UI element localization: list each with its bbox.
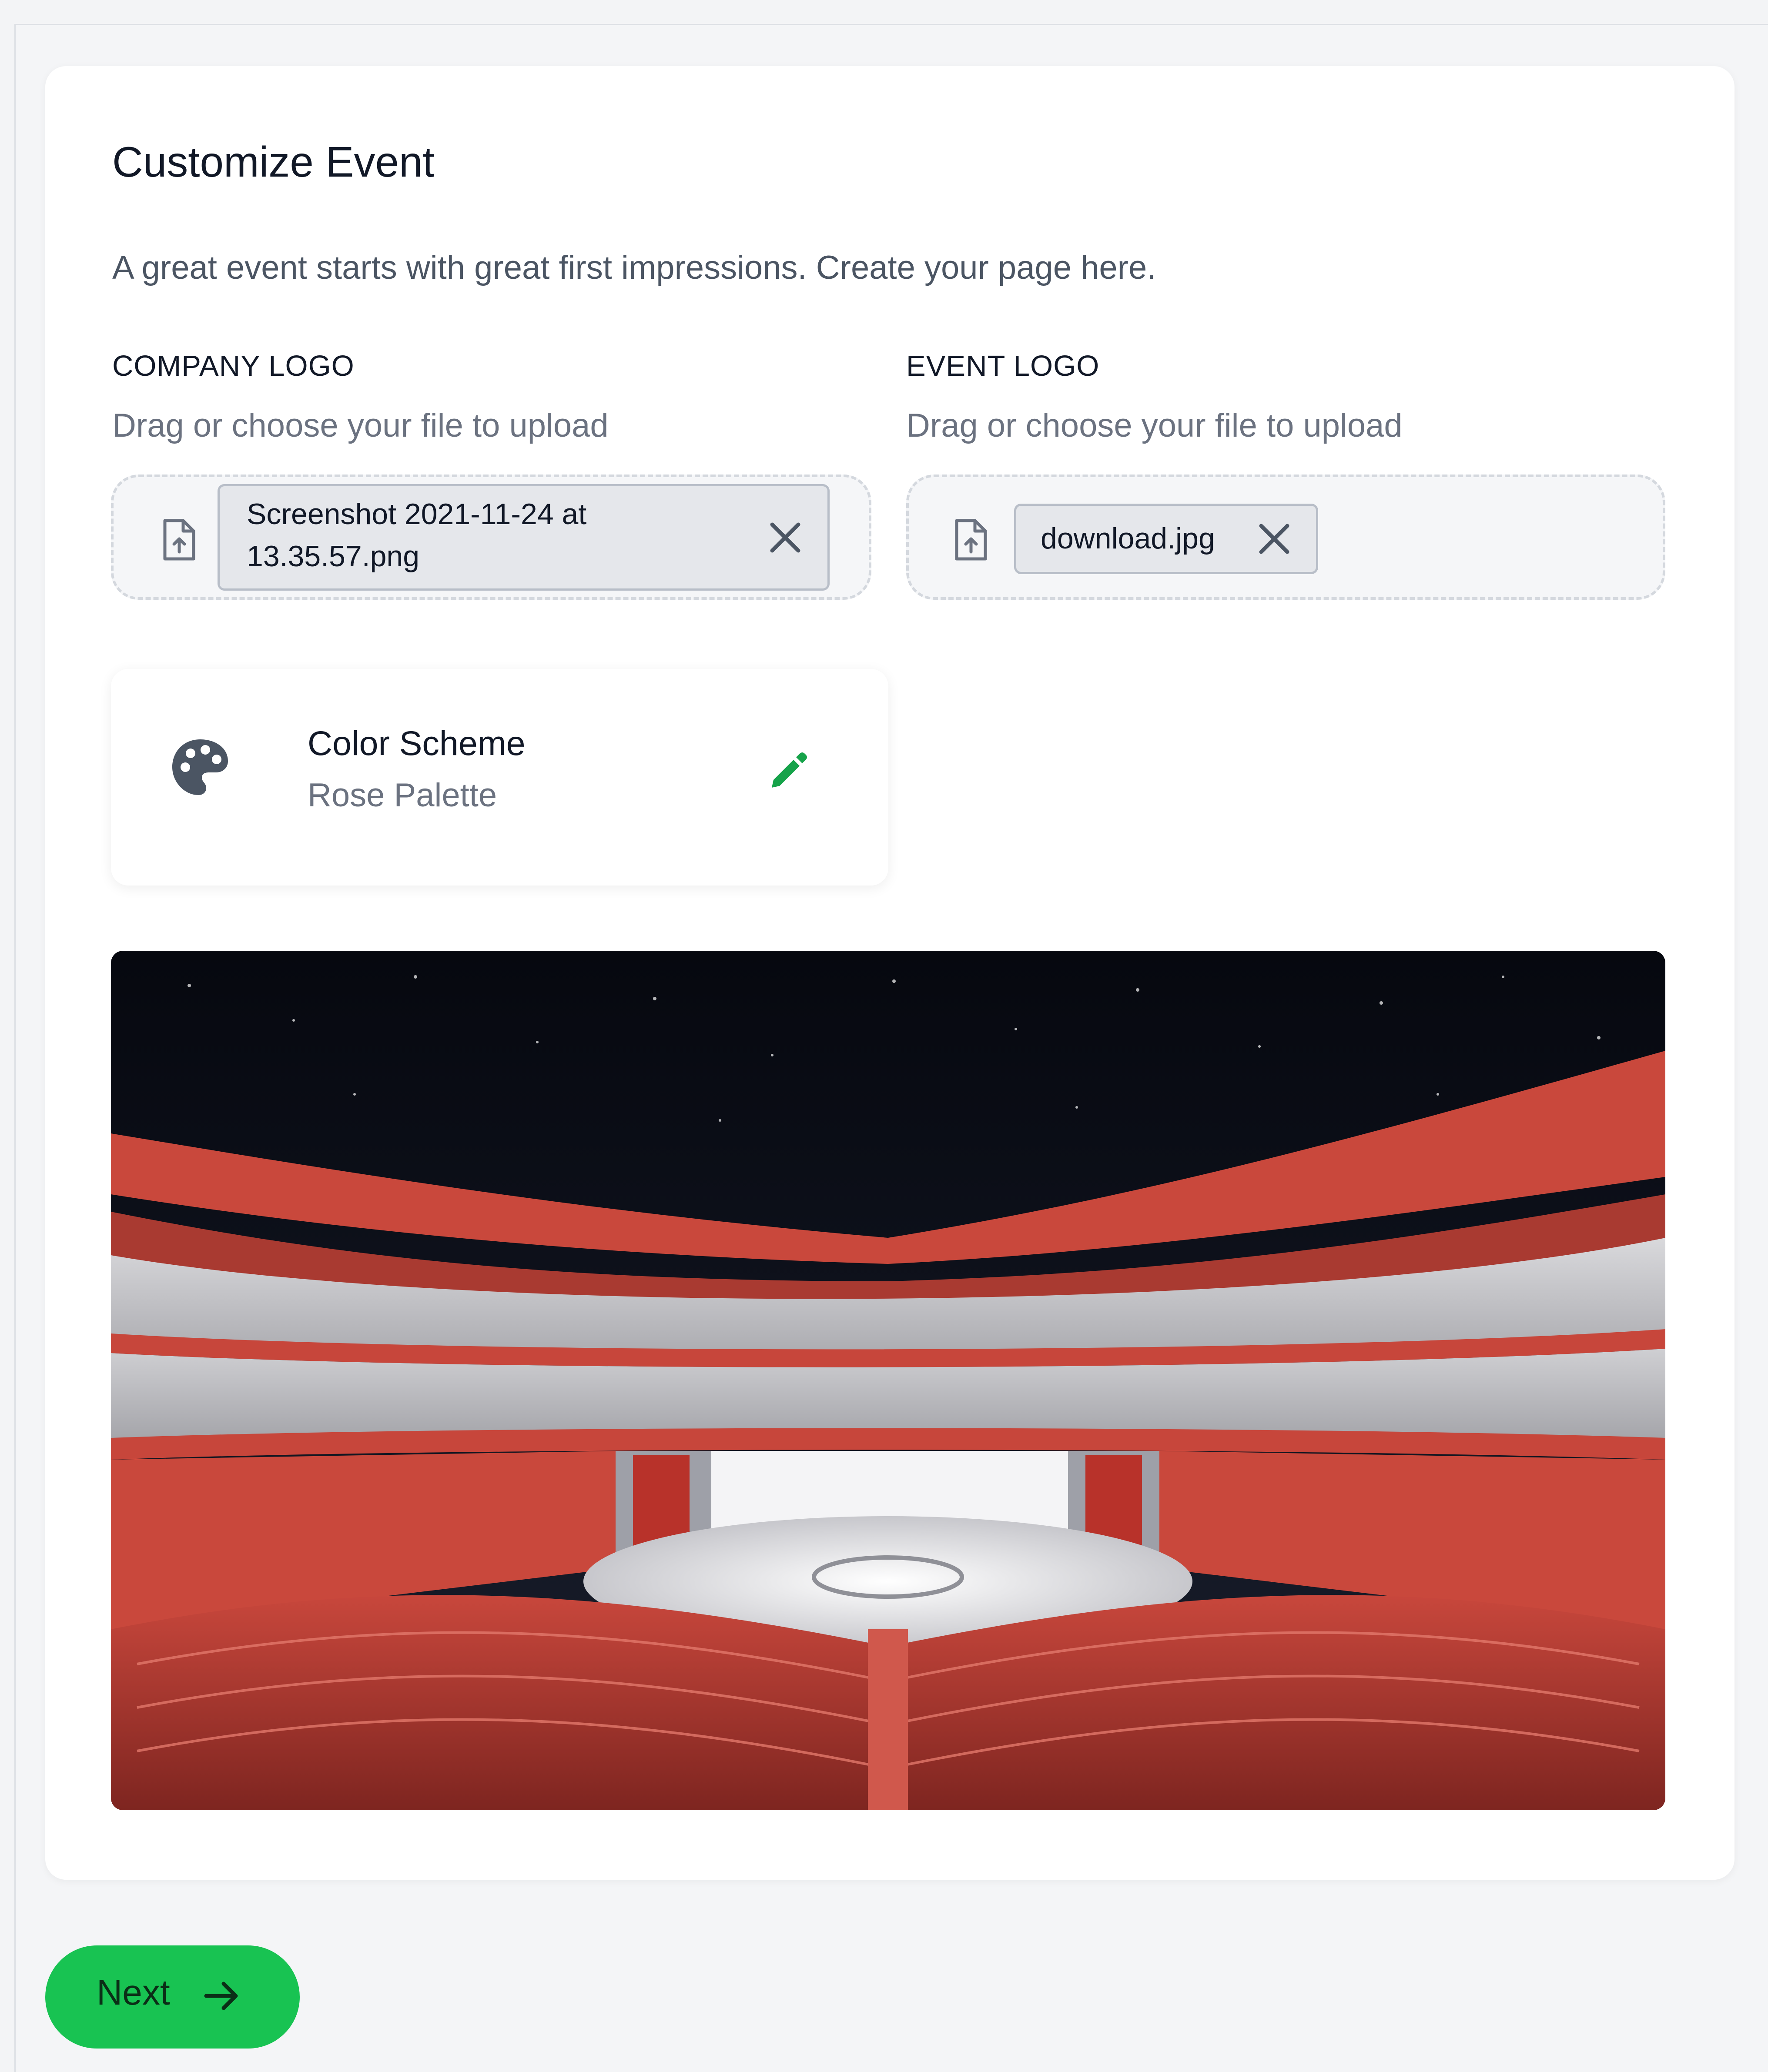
close-icon[interactable] <box>769 521 802 554</box>
page-subtitle: A great event starts with great first im… <box>112 249 1156 286</box>
event-logo-dropzone[interactable]: download.jpg <box>906 475 1665 600</box>
company-logo-file-name-line1: Screenshot 2021-11-24 at <box>247 498 587 531</box>
pencil-icon[interactable] <box>767 749 810 793</box>
file-upload-icon <box>163 519 195 561</box>
color-scheme-value: Rose Palette <box>308 777 497 814</box>
color-scheme-title: Color Scheme <box>308 724 526 762</box>
company-logo-file-name-line2: 13.35.57.png <box>247 540 420 573</box>
event-logo-file-name: download.jpg <box>1041 522 1215 555</box>
company-logo-dropzone[interactable]: Screenshot 2021-11-24 at 13.35.57.png <box>111 475 871 600</box>
company-logo-label: COMPANY LOGO <box>112 350 355 382</box>
event-logo-hint: Drag or choose your file to upload <box>906 407 1403 444</box>
palette-icon <box>172 739 228 795</box>
company-logo-hint: Drag or choose your file to upload <box>112 407 609 444</box>
next-button-label: Next <box>97 1973 170 2012</box>
file-upload-icon <box>955 519 987 561</box>
page-title: Customize Event <box>112 138 435 186</box>
company-logo-file-chip: Screenshot 2021-11-24 at 13.35.57.png <box>218 484 830 591</box>
arrow-right-icon <box>204 1982 238 2010</box>
event-logo-label: EVENT LOGO <box>906 350 1100 382</box>
next-button[interactable]: Next <box>45 1945 300 2049</box>
event-logo-file-chip: download.jpg <box>1014 504 1318 574</box>
close-icon[interactable] <box>1258 522 1291 555</box>
color-scheme-card[interactable]: Color Scheme Rose Palette <box>111 669 888 886</box>
event-preview-image <box>111 951 1665 1810</box>
